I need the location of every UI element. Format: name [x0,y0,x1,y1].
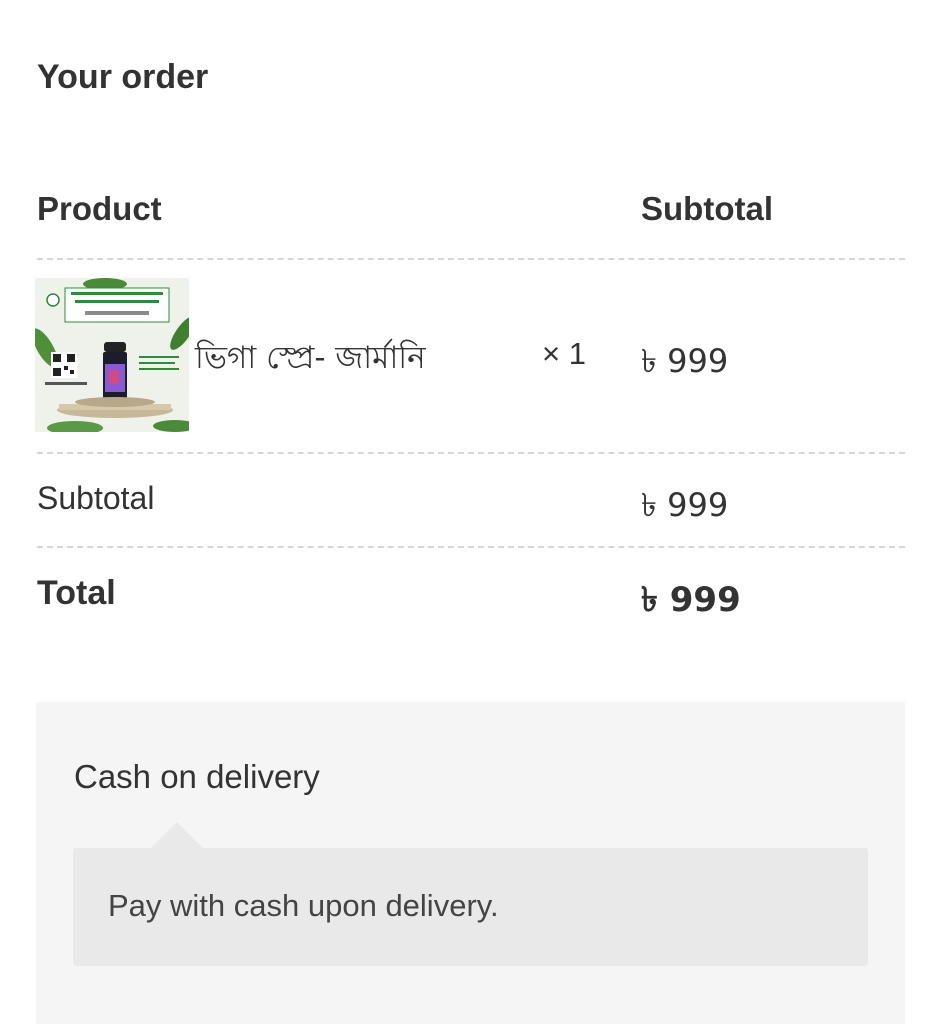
checkout-order-review: Your order Product Subtotal ভিগা স্প্রে-… [0,0,925,1024]
product-column-header: Product [37,190,162,227]
cart-subtotal-value: ৳ 999 [641,486,729,524]
product-line-subtotal: ৳ 999 [641,342,729,380]
order-total-value: ৳ 999 [641,580,741,620]
order-total-label: Total [37,574,116,612]
product-thumbnail [35,278,189,432]
order-table: Product Subtotal ভিগা স্প্রে- জার্মানি ×… [35,170,905,640]
payment-method-cod[interactable]: Cash on delivery [74,758,320,796]
product-name: ভিগা স্প্রে- জার্মানি [195,340,426,376]
product-quantity: × 1 [542,336,586,371]
order-total-row: Total ৳ 999 [37,548,905,640]
order-table-header: Product Subtotal [37,170,905,260]
cart-subtotal-label: Subtotal [37,480,155,516]
cart-subtotal-row: Subtotal ৳ 999 [37,454,905,548]
payment-description-box: Pay with cash upon delivery. [73,822,868,966]
order-heading: Your order [37,58,209,96]
order-item-row: ভিগা স্প্রে- জার্মানি × 1 ৳ 999 [35,260,905,454]
subtotal-column-header: Subtotal [641,190,773,227]
product-image [35,278,189,432]
payment-description-text: Pay with cash upon delivery. [108,888,499,923]
payment-methods-panel: Cash on delivery Pay with cash upon deli… [36,702,905,1024]
